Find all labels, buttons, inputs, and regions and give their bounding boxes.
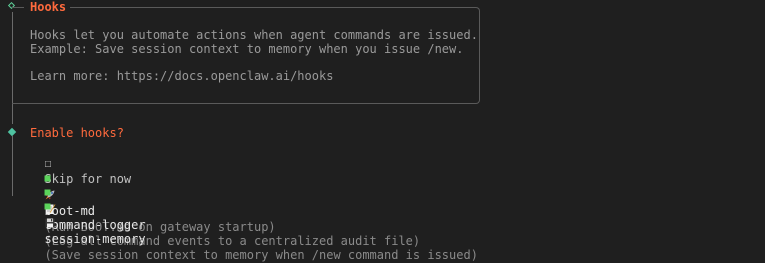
hooks-learn-more-link[interactable]: Learn more: https://docs.openclaw.ai/hoo… [30,68,333,84]
option-session-memory[interactable]: ■ session-memory (Save session context t… [30,181,478,263]
hooks-panel-title: Hooks [30,0,67,14]
checked-box-icon: ■ [44,201,51,212]
hooks-example: Example: Save session context to memory … [30,42,464,56]
floppy-disk-icon [45,218,55,228]
option-session-memory-description: (Save session context to memory when /ne… [44,248,478,262]
tree-rail-lower [12,136,13,196]
prompt-active-icon [7,127,17,137]
option-session-memory-name: session-memory [44,232,146,246]
